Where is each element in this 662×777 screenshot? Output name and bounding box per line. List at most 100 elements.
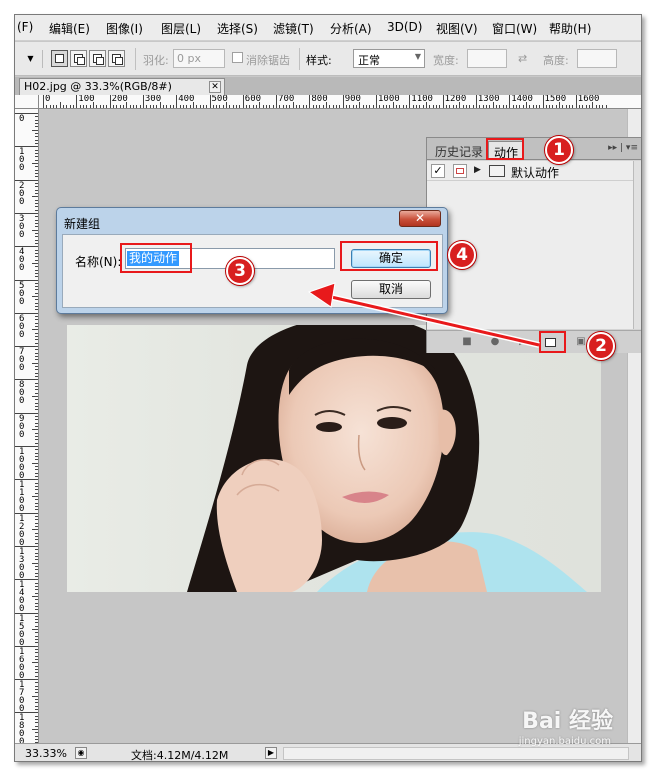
menu-edit[interactable]: 编辑(E) [49, 20, 90, 37]
menu-help[interactable]: 帮助(H) [549, 20, 591, 37]
ruler-tick [389, 105, 391, 108]
ruler-tick [492, 102, 494, 108]
intersect-selection-button[interactable] [108, 50, 125, 67]
ruler-tick [35, 672, 38, 674]
ruler-tick [35, 382, 38, 384]
toggle-dialog-icon[interactable] [453, 164, 467, 178]
ruler-tick [599, 105, 601, 108]
ruler-tick [35, 722, 38, 724]
menu-image[interactable]: 图像(I) [106, 20, 143, 37]
menu-file[interactable]: (F) [17, 20, 33, 34]
panel-tab-bar: 历史记录 动作 ▸▸ | ▾≡ [427, 138, 641, 160]
ruler-tick [242, 95, 244, 108]
width-label: 宽度: [433, 54, 459, 67]
ruler-tick [309, 95, 311, 108]
ruler-tick-label: 1600 [577, 95, 600, 104]
tab-history[interactable]: 历史记录 [430, 141, 488, 160]
ruler-tick [392, 102, 394, 108]
ruler-tick [15, 679, 38, 681]
ruler-tick [332, 105, 334, 108]
antialias-checkbox[interactable] [232, 52, 243, 63]
new-action-icon[interactable]: ▣ [575, 336, 587, 348]
dialog-close-button[interactable]: ✕ [399, 210, 441, 227]
style-select[interactable]: 正常 ▼ [353, 49, 425, 68]
width-input[interactable] [467, 49, 507, 68]
stop-icon[interactable]: ■ [461, 336, 473, 348]
menu-analysis[interactable]: 分析(A) [330, 20, 372, 37]
ruler-tick [545, 105, 547, 108]
menu-view[interactable]: 视图(V) [436, 20, 478, 37]
menu-filter[interactable]: 滤镜(T) [273, 20, 314, 37]
ruler-tick [35, 406, 38, 408]
ruler-tick [52, 105, 54, 108]
ruler-tick [35, 332, 38, 334]
ruler-tick [515, 105, 517, 108]
feather-label: 羽化: [143, 54, 169, 67]
swap-icon[interactable]: ⇄ [518, 52, 527, 65]
add-selection-button[interactable] [70, 50, 87, 67]
panel-menu-icon[interactable]: ▸▸ | ▾≡ [608, 143, 638, 153]
ruler-tick [15, 545, 38, 547]
ruler-tick [35, 302, 38, 304]
ruler-tick [35, 699, 38, 701]
menu-select[interactable]: 选择(S) [217, 20, 258, 37]
ruler-tick [35, 715, 38, 717]
ruler-tick [502, 105, 504, 108]
ruler-tick [32, 529, 38, 531]
ruler-tick [76, 95, 78, 108]
ruler-tick [35, 582, 38, 584]
ruler-tick [572, 105, 574, 108]
play-icon[interactable]: ▶ [517, 336, 529, 348]
ruler-tick [336, 105, 338, 108]
height-input[interactable] [577, 49, 617, 68]
ruler-tick [35, 142, 38, 144]
zoom-icon[interactable]: ◉ [75, 747, 87, 759]
ruler-tick-label: 1000 [19, 447, 25, 481]
ruler-tick [35, 442, 38, 444]
ruler-tick [46, 105, 48, 108]
expand-triangle-icon[interactable]: ▶ [474, 165, 481, 175]
ruler-tick [15, 512, 38, 514]
toggle-item-checkbox[interactable]: ✓ [431, 164, 445, 178]
ruler-tick [352, 105, 354, 108]
ruler-tick [35, 685, 38, 687]
ruler-tick [465, 105, 467, 108]
status-menu-arrow-icon[interactable]: ▶ [265, 747, 277, 759]
zoom-level[interactable]: 33.33% [25, 747, 67, 760]
ruler-tick [362, 105, 364, 108]
ruler-tick [35, 665, 38, 667]
document-tab[interactable]: H02.jpg @ 33.3%(RGB/8#) ✕ [19, 78, 225, 95]
ruler-tick-label: 600 [19, 313, 25, 340]
cancel-button[interactable]: 取消 [351, 280, 431, 299]
ruler-tick [35, 625, 38, 627]
ruler-tick [35, 316, 38, 318]
horizontal-scrollbar[interactable] [283, 747, 629, 760]
ruler-tick [32, 562, 38, 564]
ruler-tick [35, 126, 38, 128]
panel-scrollbar[interactable] [633, 161, 641, 329]
ruler-tick [415, 105, 417, 108]
menu-layer[interactable]: 图层(L) [161, 20, 201, 37]
record-icon[interactable]: ● [489, 336, 501, 348]
ruler-tick [35, 402, 38, 404]
subtract-selection-button[interactable] [89, 50, 106, 67]
ruler-tick [35, 702, 38, 704]
list-item[interactable]: ✓ ▶ 默认动作 [427, 161, 633, 181]
new-selection-icon [55, 54, 64, 63]
ruler-tick [346, 105, 348, 108]
menu-window[interactable]: 窗口(W) [492, 20, 537, 37]
new-selection-button[interactable] [51, 50, 68, 67]
ruler-tick [35, 299, 38, 301]
ruler-tick [116, 105, 118, 108]
ruler-tick [35, 605, 38, 607]
ruler-tick-label: 1000 [378, 95, 400, 104]
menu-3d[interactable]: 3D(D) [387, 20, 422, 34]
ruler-tick-label: 1300 [477, 95, 500, 104]
close-icon[interactable]: ✕ [209, 81, 221, 93]
ruler-tick-label: 1200 [19, 513, 25, 548]
ruler-tick [259, 102, 261, 108]
tool-preset-dropdown[interactable]: ▼ [19, 50, 43, 68]
feather-input[interactable] [173, 49, 225, 68]
ruler-tick [35, 266, 38, 268]
ruler-tick [35, 286, 38, 288]
